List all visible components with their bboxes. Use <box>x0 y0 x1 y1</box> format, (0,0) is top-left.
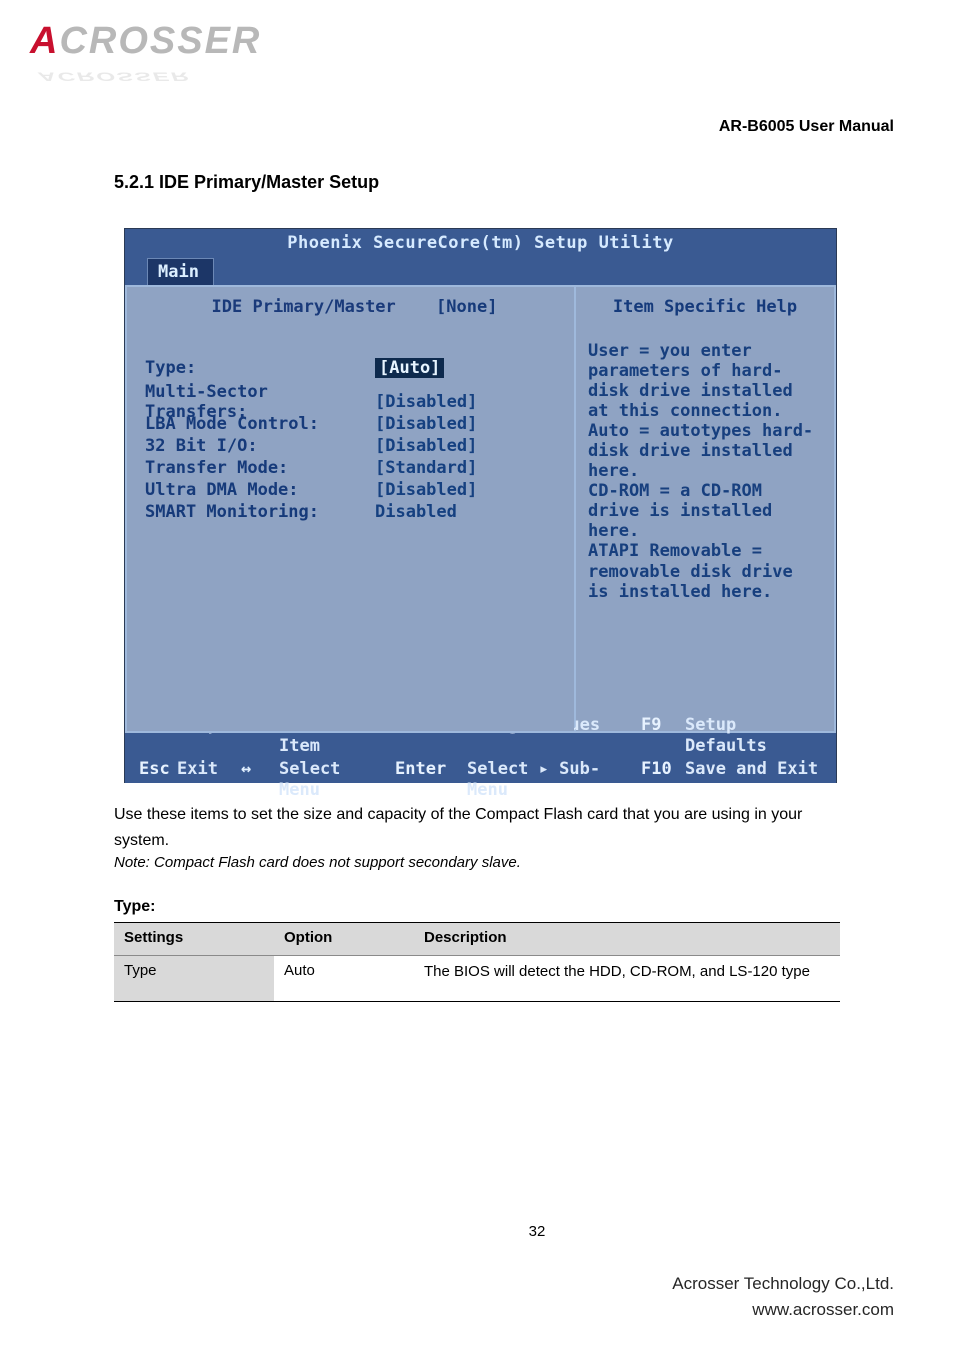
field-lba-label: LBA Mode Control: <box>145 414 375 434</box>
field-udma-label: Ultra DMA Mode: <box>145 480 375 500</box>
ide-primary-master-label: IDE Primary/Master <box>212 297 396 317</box>
fkey-f9: F9 <box>641 715 681 758</box>
fkey-enter: Enter <box>395 759 463 802</box>
field-smart[interactable]: SMART Monitoring: Disabled <box>145 501 564 523</box>
field-lba-value: [Disabled] <box>375 414 477 434</box>
field-type-label: Type: <box>145 358 375 378</box>
bios-left-pane: IDE Primary/Master [None] Type: [Auto] M… <box>125 285 574 733</box>
fdesc-saveexit: Save and Exit <box>685 759 822 802</box>
th-settings: Settings <box>114 923 274 955</box>
bios-left-header: IDE Primary/Master [None] <box>145 297 564 317</box>
fdesc-selectsubmenu: Select ▸ Sub-Menu <box>467 759 637 802</box>
field-smart-value: Disabled <box>375 502 457 522</box>
bios-help-text: User = you enter parameters of hard-disk… <box>588 341 822 602</box>
field-type-value: [Auto] <box>375 358 444 378</box>
footer-company: Acrosser Technology Co.,Ltd. <box>672 1271 894 1297</box>
field-transfer-label: Transfer Mode: <box>145 458 375 478</box>
ide-primary-master-value: [None] <box>436 297 497 317</box>
field-udma-value: [Disabled] <box>375 480 477 500</box>
table-header-row: Settings Option Description <box>114 922 840 956</box>
bios-footer: F1 Help ↑↓ Select Item -/+ Change Values… <box>125 733 836 783</box>
th-description: Description <box>414 923 840 955</box>
td-option: Auto <box>274 956 414 1001</box>
fdesc-selectmenu: Select Menu <box>279 759 391 802</box>
field-lba[interactable]: LBA Mode Control: [Disabled] <box>145 413 564 435</box>
fdesc-exit: Exit <box>177 759 237 802</box>
field-type[interactable]: Type: [Auto] <box>145 357 564 379</box>
bios-tabstrip: Main <box>125 257 836 285</box>
footer-url: www.acrosser.com <box>672 1297 894 1323</box>
field-transfer-value: [Standard] <box>375 458 477 478</box>
fdesc-setupdefaults: Setup Defaults <box>685 715 822 758</box>
field-transfer[interactable]: Transfer Mode: [Standard] <box>145 457 564 479</box>
logo: ACROSSER <box>30 20 261 63</box>
document-title: AR-B6005 User Manual <box>719 118 894 136</box>
bios-help-pane: Item Specific Help User = you enter para… <box>574 285 836 733</box>
logo-rest: CROSSER <box>59 20 261 62</box>
section-heading: 5.2.1 IDE Primary/Master Setup <box>114 172 379 193</box>
field-32bit[interactable]: 32 Bit I/O: [Disabled] <box>145 435 564 457</box>
field-multisector-value: [Disabled] <box>375 392 477 412</box>
paragraph-footnote: Note: Compact Flash card does not suppor… <box>114 854 840 871</box>
type-heading: Type: <box>114 898 155 916</box>
arrows-leftright-icon: ↔ <box>241 759 275 802</box>
bios-fields: Type: [Auto] Multi-Sector Transfers: [Di… <box>145 357 564 523</box>
paragraph-note: Use these items to set the size and capa… <box>114 802 840 853</box>
th-option: Option <box>274 923 414 955</box>
bios-help-header: Item Specific Help <box>588 297 822 317</box>
field-multisector[interactable]: Multi-Sector Transfers: [Disabled] <box>145 391 564 413</box>
field-udma[interactable]: Ultra DMA Mode: [Disabled] <box>145 479 564 501</box>
field-smart-label: SMART Monitoring: <box>145 502 375 522</box>
bios-panes: IDE Primary/Master [None] Type: [Auto] M… <box>125 285 836 733</box>
table-row: Type Auto The BIOS will detect the HDD, … <box>114 956 840 1002</box>
fkey-esc: Esc <box>139 759 173 802</box>
field-32bit-value: [Disabled] <box>375 436 477 456</box>
field-32bit-label: 32 Bit I/O: <box>145 436 375 456</box>
td-settings: Type <box>114 956 274 1001</box>
options-table: Settings Option Description Type Auto Th… <box>114 922 840 1002</box>
bios-tab-main[interactable]: Main <box>147 258 214 285</box>
logo-letter-a: A <box>30 20 59 62</box>
page-footer: Acrosser Technology Co.,Ltd. www.acrosse… <box>672 1271 894 1322</box>
bios-screenshot: Phoenix SecureCore(tm) Setup Utility Mai… <box>124 228 837 783</box>
logo-reflection: ACROSSER <box>38 69 190 83</box>
td-desc: The BIOS will detect the HDD, CD-ROM, an… <box>414 956 840 1001</box>
page-number: 32 <box>60 1223 954 1240</box>
bios-title-bar: Phoenix SecureCore(tm) Setup Utility <box>125 229 836 257</box>
fkey-f10: F10 <box>641 759 681 802</box>
